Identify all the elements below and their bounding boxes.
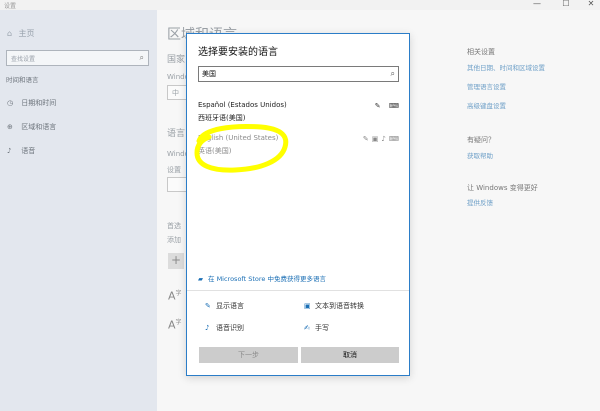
- language-name: Español (Estados Unidos): [198, 101, 287, 109]
- pen-icon: ✎: [205, 302, 211, 310]
- question-title: 有疑问？: [467, 136, 495, 144]
- settings-search-input[interactable]: 查找设置 ⌕: [6, 50, 149, 66]
- related-settings-title: 相关设置: [467, 48, 495, 56]
- legend-speech-recognition: ♪ 语音识别: [205, 323, 244, 333]
- language-glyph-icon: A字: [168, 289, 182, 303]
- country-heading-fragment: 国家: [167, 55, 186, 65]
- preferred-languages-fragment: 首选: [167, 222, 181, 230]
- legend-label: 手写: [315, 324, 329, 332]
- language-search-input[interactable]: [202, 68, 382, 80]
- sidebar-home[interactable]: ⌂ 主页: [7, 28, 35, 39]
- language-heading-fragment: 语言: [167, 129, 186, 139]
- search-icon[interactable]: ⌕: [391, 69, 395, 79]
- legend-label: 文本到语音转换: [315, 302, 364, 310]
- language-glyph-icon: A字: [168, 318, 182, 332]
- improve-windows-title: 让 Windows 变得更好: [467, 184, 538, 192]
- title-bar: 设置 — ☐ ✕: [0, 0, 600, 10]
- microphone-icon: ♪: [381, 135, 389, 143]
- sidebar-section-title: 时间和语言: [6, 76, 39, 84]
- globe-icon: ⊕: [7, 123, 13, 131]
- settings-search-placeholder: 查找设置: [11, 56, 36, 63]
- close-button[interactable]: ✕: [584, 0, 598, 8]
- store-link-label: 在 Microsoft Store 中免费获得更多语言: [208, 275, 326, 283]
- add-language-button[interactable]: +: [168, 253, 184, 269]
- sidebar-item-label: 语音: [21, 147, 36, 155]
- related-link-date-time-region[interactable]: 其他日期、时间和区域设置: [467, 62, 545, 72]
- legend-handwriting: ✍ 手写: [304, 323, 329, 333]
- sidebar-item-label: 日期和时间: [21, 99, 57, 107]
- sidebar-home-label: 主页: [18, 29, 35, 38]
- feedback-link[interactable]: 提供反馈: [467, 197, 493, 207]
- language-item-english-us[interactable]: English (United States) 英语(美国) ✎▣♪⌨: [190, 131, 408, 165]
- language-search-box[interactable]: ⌕: [198, 66, 399, 82]
- legend-label: 显示语言: [216, 302, 244, 310]
- install-language-dialog: 选择要安装的语言 ⌕ Español (Estados Unidos) 西班牙语…: [186, 33, 410, 376]
- language-name: English (United States): [198, 134, 279, 142]
- legend-label: 语音识别: [216, 324, 244, 332]
- handwriting-icon: ✍: [304, 324, 310, 332]
- home-icon: ⌂: [7, 29, 13, 38]
- country-dropdown-value: 中: [172, 89, 179, 97]
- sidebar-item-date-time[interactable]: ◷ 日期和时间: [7, 98, 56, 108]
- microphone-icon: ♪: [205, 324, 210, 332]
- sidebar-item-label: 区域和语言: [21, 123, 57, 131]
- legend-text-to-speech: ▣ 文本到语音转换: [304, 301, 364, 311]
- pen-icon: ✎: [374, 102, 384, 110]
- next-button[interactable]: 下一步: [199, 347, 298, 363]
- microsoft-store-link[interactable]: ▰ 在 Microsoft Store 中免费获得更多语言: [198, 273, 326, 283]
- keyboard-icon: ⌨: [388, 102, 402, 110]
- maximize-button[interactable]: ☐: [559, 0, 573, 8]
- display-language-dropdown[interactable]: [167, 177, 187, 192]
- store-bag-icon: ▰: [198, 275, 203, 283]
- dialog-title: 选择要安装的语言: [198, 47, 278, 58]
- sidebar-item-region-language[interactable]: ⊕ 区域和语言: [7, 122, 56, 132]
- language-features: ✎ ⌨: [375, 102, 402, 110]
- get-help-link[interactable]: 获取帮助: [467, 150, 493, 160]
- display-language-fragment: 设置: [167, 166, 181, 174]
- legend-display-language: ✎ 显示语言: [205, 301, 244, 311]
- sidebar: ⌂ 主页 查找设置 ⌕ 时间和语言 ◷ 日期和时间 ⊕ 区域和语言 ♪ 语音: [0, 10, 157, 411]
- cancel-button[interactable]: 取消: [301, 347, 399, 363]
- pen-icon: ✎: [362, 135, 372, 143]
- language-native-name: 西班牙语(美国): [198, 114, 246, 122]
- language-native-name: 英语(美国): [198, 147, 232, 155]
- text-to-speech-icon: ▣: [371, 135, 382, 143]
- calendar-clock-icon: ◷: [7, 99, 14, 107]
- microphone-icon: ♪: [7, 147, 12, 155]
- related-link-language-settings[interactable]: 管理语言设置: [467, 81, 506, 91]
- minimize-button[interactable]: —: [530, 0, 544, 8]
- keyboard-icon: ⌨: [388, 135, 402, 143]
- text-to-speech-icon: ▣: [304, 302, 311, 310]
- language-features: ✎▣♪⌨: [363, 135, 402, 143]
- app-title: 设置: [4, 3, 17, 10]
- language-item-spanish-us[interactable]: Español (Estados Unidos) 西班牙语(美国) ✎ ⌨: [190, 98, 408, 132]
- search-icon: ⌕: [139, 53, 144, 62]
- country-dropdown[interactable]: 中: [167, 85, 187, 100]
- sidebar-item-speech[interactable]: ♪ 语音: [7, 146, 35, 156]
- add-language-fragment: 添加: [167, 236, 181, 244]
- divider: [187, 290, 409, 291]
- related-link-keyboard[interactable]: 高级键盘设置: [467, 100, 506, 110]
